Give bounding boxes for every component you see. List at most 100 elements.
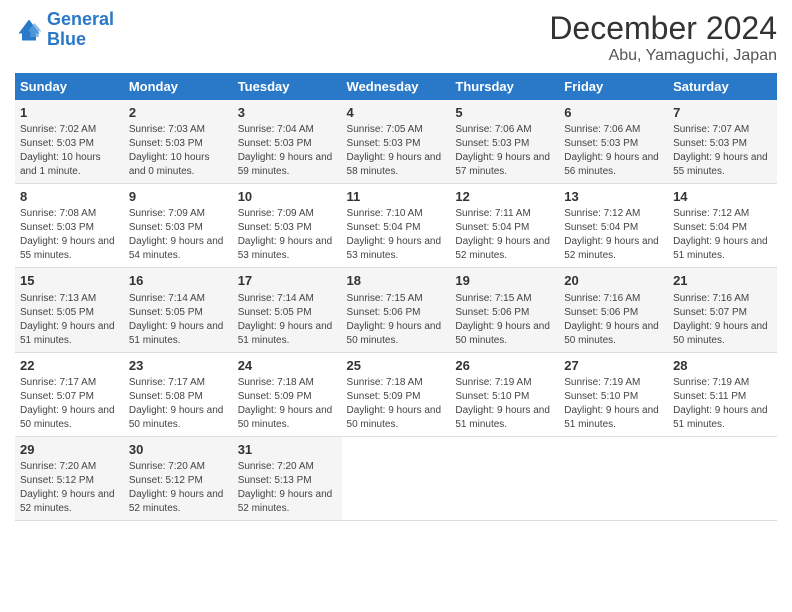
calendar-cell: 2 Sunrise: 7:03 AMSunset: 5:03 PMDayligh… (124, 100, 233, 184)
day-info: Sunrise: 7:09 AMSunset: 5:03 PMDaylight:… (238, 207, 337, 263)
day-number: 27 (564, 357, 663, 375)
day-info: Sunrise: 7:03 AMSunset: 5:03 PMDaylight:… (129, 123, 228, 179)
calendar-cell: 18 Sunrise: 7:15 AMSunset: 5:06 PMDaylig… (342, 268, 451, 352)
calendar-cell: 12 Sunrise: 7:11 AMSunset: 5:04 PMDaylig… (450, 184, 559, 268)
calendar-cell (668, 436, 777, 520)
day-number: 4 (347, 104, 446, 122)
calendar-cell: 7 Sunrise: 7:07 AMSunset: 5:03 PMDayligh… (668, 100, 777, 184)
day-info: Sunrise: 7:06 AMSunset: 5:03 PMDaylight:… (455, 123, 554, 179)
day-number: 22 (20, 357, 119, 375)
day-info: Sunrise: 7:14 AMSunset: 5:05 PMDaylight:… (129, 292, 228, 348)
day-info: Sunrise: 7:20 AMSunset: 5:12 PMDaylight:… (129, 460, 228, 516)
col-tuesday: Tuesday (233, 73, 342, 100)
calendar-cell: 9 Sunrise: 7:09 AMSunset: 5:03 PMDayligh… (124, 184, 233, 268)
day-info: Sunrise: 7:20 AMSunset: 5:12 PMDaylight:… (20, 460, 119, 516)
calendar-row: 15 Sunrise: 7:13 AMSunset: 5:05 PMDaylig… (15, 268, 777, 352)
day-number: 15 (20, 272, 119, 290)
day-info: Sunrise: 7:19 AMSunset: 5:10 PMDaylight:… (564, 376, 663, 432)
day-info: Sunrise: 7:19 AMSunset: 5:10 PMDaylight:… (455, 376, 554, 432)
day-number: 12 (455, 188, 554, 206)
calendar-header: Sunday Monday Tuesday Wednesday Thursday… (15, 73, 777, 100)
calendar-cell: 24 Sunrise: 7:18 AMSunset: 5:09 PMDaylig… (233, 352, 342, 436)
calendar-cell: 21 Sunrise: 7:16 AMSunset: 5:07 PMDaylig… (668, 268, 777, 352)
day-info: Sunrise: 7:11 AMSunset: 5:04 PMDaylight:… (455, 207, 554, 263)
calendar-cell: 16 Sunrise: 7:14 AMSunset: 5:05 PMDaylig… (124, 268, 233, 352)
day-number: 11 (347, 188, 446, 206)
day-number: 30 (129, 441, 228, 459)
day-number: 14 (673, 188, 772, 206)
calendar-row: 1 Sunrise: 7:02 AMSunset: 5:03 PMDayligh… (15, 100, 777, 184)
day-info: Sunrise: 7:10 AMSunset: 5:04 PMDaylight:… (347, 207, 446, 263)
calendar-container: General Blue December 2024 Abu, Yamaguch… (0, 0, 792, 531)
calendar-cell (450, 436, 559, 520)
calendar-row: 8 Sunrise: 7:08 AMSunset: 5:03 PMDayligh… (15, 184, 777, 268)
calendar-cell: 17 Sunrise: 7:14 AMSunset: 5:05 PMDaylig… (233, 268, 342, 352)
day-number: 31 (238, 441, 337, 459)
header: General Blue December 2024 Abu, Yamaguch… (15, 10, 777, 65)
calendar-cell: 30 Sunrise: 7:20 AMSunset: 5:12 PMDaylig… (124, 436, 233, 520)
day-number: 26 (455, 357, 554, 375)
day-number: 19 (455, 272, 554, 290)
logo-line2: Blue (47, 29, 86, 49)
day-number: 6 (564, 104, 663, 122)
calendar-cell: 8 Sunrise: 7:08 AMSunset: 5:03 PMDayligh… (15, 184, 124, 268)
day-info: Sunrise: 7:16 AMSunset: 5:06 PMDaylight:… (564, 292, 663, 348)
logo-line1: General (47, 9, 114, 29)
day-info: Sunrise: 7:06 AMSunset: 5:03 PMDaylight:… (564, 123, 663, 179)
day-number: 13 (564, 188, 663, 206)
day-info: Sunrise: 7:20 AMSunset: 5:13 PMDaylight:… (238, 460, 337, 516)
calendar-cell: 31 Sunrise: 7:20 AMSunset: 5:13 PMDaylig… (233, 436, 342, 520)
day-number: 20 (564, 272, 663, 290)
calendar-cell: 20 Sunrise: 7:16 AMSunset: 5:06 PMDaylig… (559, 268, 668, 352)
day-number: 28 (673, 357, 772, 375)
day-number: 7 (673, 104, 772, 122)
logo: General Blue (15, 10, 114, 50)
col-thursday: Thursday (450, 73, 559, 100)
calendar-table: Sunday Monday Tuesday Wednesday Thursday… (15, 73, 777, 521)
day-number: 3 (238, 104, 337, 122)
calendar-cell: 15 Sunrise: 7:13 AMSunset: 5:05 PMDaylig… (15, 268, 124, 352)
col-monday: Monday (124, 73, 233, 100)
calendar-cell: 22 Sunrise: 7:17 AMSunset: 5:07 PMDaylig… (15, 352, 124, 436)
col-wednesday: Wednesday (342, 73, 451, 100)
day-number: 24 (238, 357, 337, 375)
day-number: 21 (673, 272, 772, 290)
day-number: 18 (347, 272, 446, 290)
logo-icon (15, 16, 43, 44)
day-info: Sunrise: 7:02 AMSunset: 5:03 PMDaylight:… (20, 123, 119, 179)
day-number: 16 (129, 272, 228, 290)
day-info: Sunrise: 7:17 AMSunset: 5:08 PMDaylight:… (129, 376, 228, 432)
calendar-cell: 23 Sunrise: 7:17 AMSunset: 5:08 PMDaylig… (124, 352, 233, 436)
calendar-cell: 28 Sunrise: 7:19 AMSunset: 5:11 PMDaylig… (668, 352, 777, 436)
header-row: Sunday Monday Tuesday Wednesday Thursday… (15, 73, 777, 100)
calendar-cell: 26 Sunrise: 7:19 AMSunset: 5:10 PMDaylig… (450, 352, 559, 436)
day-info: Sunrise: 7:16 AMSunset: 5:07 PMDaylight:… (673, 292, 772, 348)
day-info: Sunrise: 7:12 AMSunset: 5:04 PMDaylight:… (673, 207, 772, 263)
calendar-row: 29 Sunrise: 7:20 AMSunset: 5:12 PMDaylig… (15, 436, 777, 520)
calendar-cell: 29 Sunrise: 7:20 AMSunset: 5:12 PMDaylig… (15, 436, 124, 520)
calendar-cell: 14 Sunrise: 7:12 AMSunset: 5:04 PMDaylig… (668, 184, 777, 268)
day-info: Sunrise: 7:05 AMSunset: 5:03 PMDaylight:… (347, 123, 446, 179)
day-info: Sunrise: 7:15 AMSunset: 5:06 PMDaylight:… (455, 292, 554, 348)
day-number: 10 (238, 188, 337, 206)
location: Abu, Yamaguchi, Japan (549, 47, 777, 65)
day-info: Sunrise: 7:17 AMSunset: 5:07 PMDaylight:… (20, 376, 119, 432)
calendar-cell: 1 Sunrise: 7:02 AMSunset: 5:03 PMDayligh… (15, 100, 124, 184)
calendar-cell: 10 Sunrise: 7:09 AMSunset: 5:03 PMDaylig… (233, 184, 342, 268)
calendar-cell: 11 Sunrise: 7:10 AMSunset: 5:04 PMDaylig… (342, 184, 451, 268)
day-info: Sunrise: 7:04 AMSunset: 5:03 PMDaylight:… (238, 123, 337, 179)
day-info: Sunrise: 7:12 AMSunset: 5:04 PMDaylight:… (564, 207, 663, 263)
day-number: 29 (20, 441, 119, 459)
calendar-body: 1 Sunrise: 7:02 AMSunset: 5:03 PMDayligh… (15, 100, 777, 520)
day-number: 1 (20, 104, 119, 122)
calendar-cell: 13 Sunrise: 7:12 AMSunset: 5:04 PMDaylig… (559, 184, 668, 268)
day-info: Sunrise: 7:18 AMSunset: 5:09 PMDaylight:… (347, 376, 446, 432)
calendar-cell: 3 Sunrise: 7:04 AMSunset: 5:03 PMDayligh… (233, 100, 342, 184)
col-saturday: Saturday (668, 73, 777, 100)
day-number: 17 (238, 272, 337, 290)
day-info: Sunrise: 7:19 AMSunset: 5:11 PMDaylight:… (673, 376, 772, 432)
day-number: 9 (129, 188, 228, 206)
calendar-cell: 6 Sunrise: 7:06 AMSunset: 5:03 PMDayligh… (559, 100, 668, 184)
calendar-cell: 19 Sunrise: 7:15 AMSunset: 5:06 PMDaylig… (450, 268, 559, 352)
calendar-cell (559, 436, 668, 520)
